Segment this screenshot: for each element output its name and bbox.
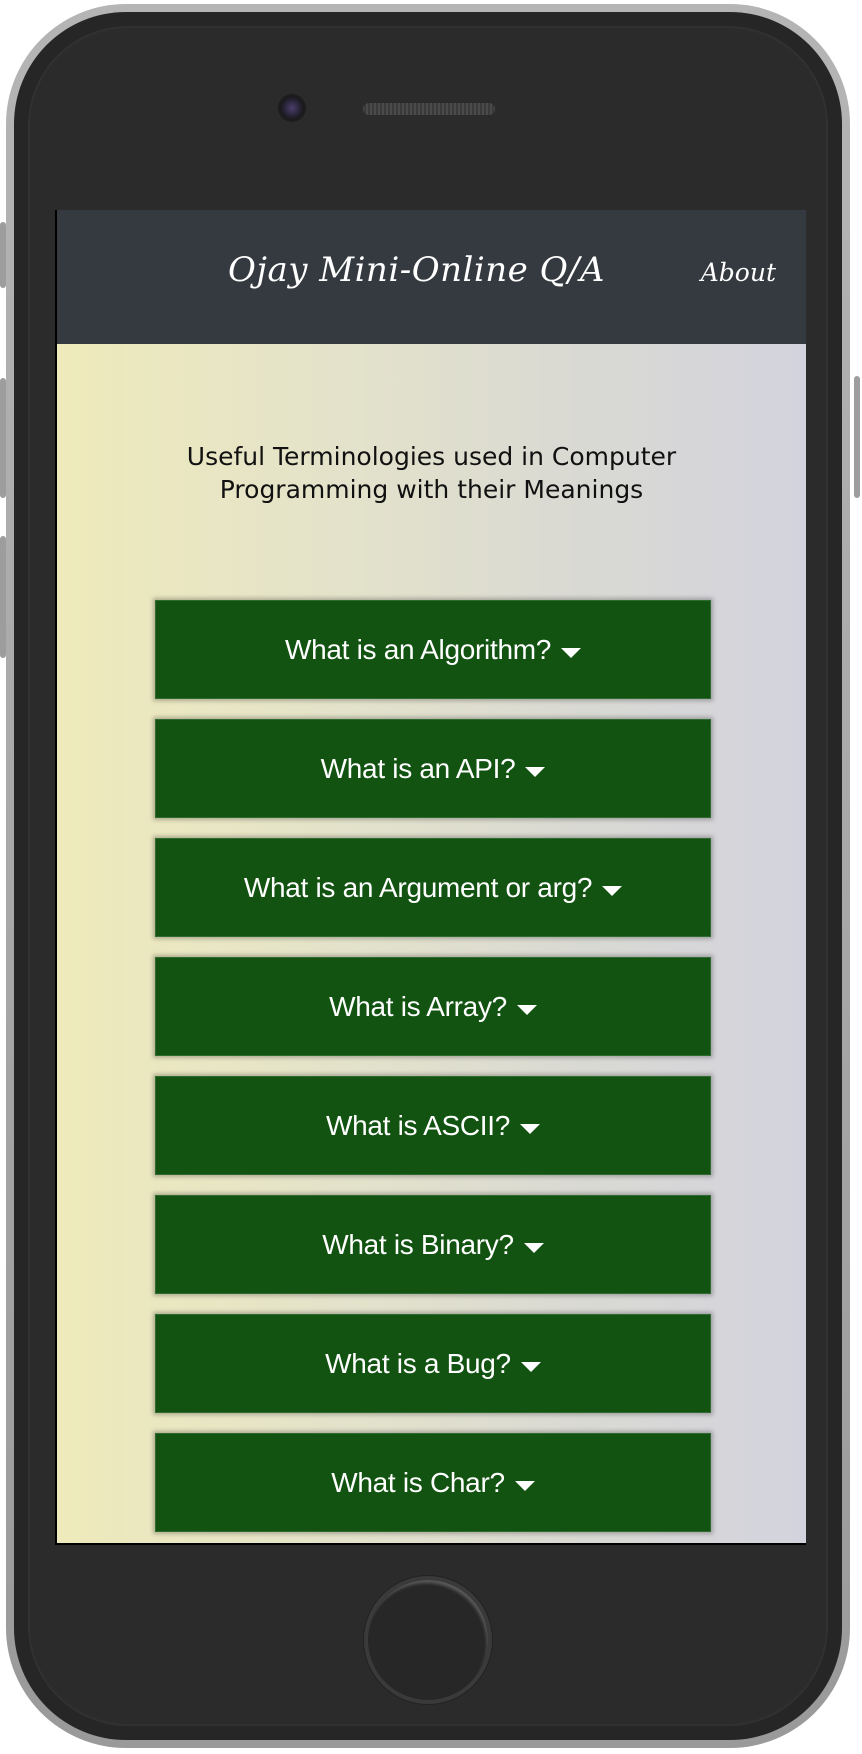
- question-list: What is an Algorithm? What is an API? Wh…: [155, 600, 711, 1543]
- power-button: [854, 376, 860, 498]
- question-item-ascii[interactable]: What is ASCII?: [155, 1076, 711, 1175]
- caret-down-icon: [514, 1480, 535, 1491]
- caret-down-icon: [520, 1361, 541, 1372]
- volume-up-button: [0, 378, 6, 498]
- question-label: What is a Bug?: [325, 1347, 511, 1379]
- caret-down-icon: [525, 766, 546, 777]
- caret-down-icon: [561, 647, 582, 658]
- question-item-bug[interactable]: What is a Bug?: [155, 1314, 711, 1413]
- caret-down-icon: [520, 1123, 541, 1134]
- caret-down-icon: [523, 1242, 544, 1253]
- question-label: What is Char?: [331, 1466, 505, 1498]
- question-item-char[interactable]: What is Char?: [155, 1433, 711, 1532]
- question-label: What is Array?: [329, 990, 507, 1022]
- question-label: What is an API?: [320, 752, 516, 784]
- question-item-binary[interactable]: What is Binary?: [155, 1195, 711, 1294]
- question-item-algorithm[interactable]: What is an Algorithm?: [155, 600, 711, 699]
- screen: Ojay Mini-Online Q/A About Useful Termin…: [55, 210, 806, 1545]
- question-label: What is an Argument or arg?: [243, 871, 593, 903]
- volume-down-button: [0, 536, 6, 658]
- mute-switch: [0, 222, 6, 288]
- navbar: Ojay Mini-Online Q/A About: [57, 210, 806, 344]
- speaker-grille: [362, 102, 496, 116]
- page-heading: Useful Terminologies used in Computer Pr…: [186, 442, 677, 504]
- brand-title[interactable]: Ojay Mini-Online Q/A: [57, 250, 806, 290]
- question-label: What is ASCII?: [325, 1109, 511, 1141]
- caret-down-icon: [602, 885, 623, 896]
- nav-about-link[interactable]: About: [701, 258, 776, 287]
- question-item-array[interactable]: What is Array?: [155, 957, 711, 1056]
- question-item-argument[interactable]: What is an Argument or arg?: [155, 838, 711, 937]
- question-item-api[interactable]: What is an API?: [155, 719, 711, 818]
- caret-down-icon: [516, 1004, 537, 1015]
- front-camera-icon: [280, 96, 304, 120]
- home-button: [364, 1576, 492, 1704]
- question-label: What is an Algorithm?: [284, 633, 552, 665]
- question-label: What is Binary?: [322, 1228, 514, 1260]
